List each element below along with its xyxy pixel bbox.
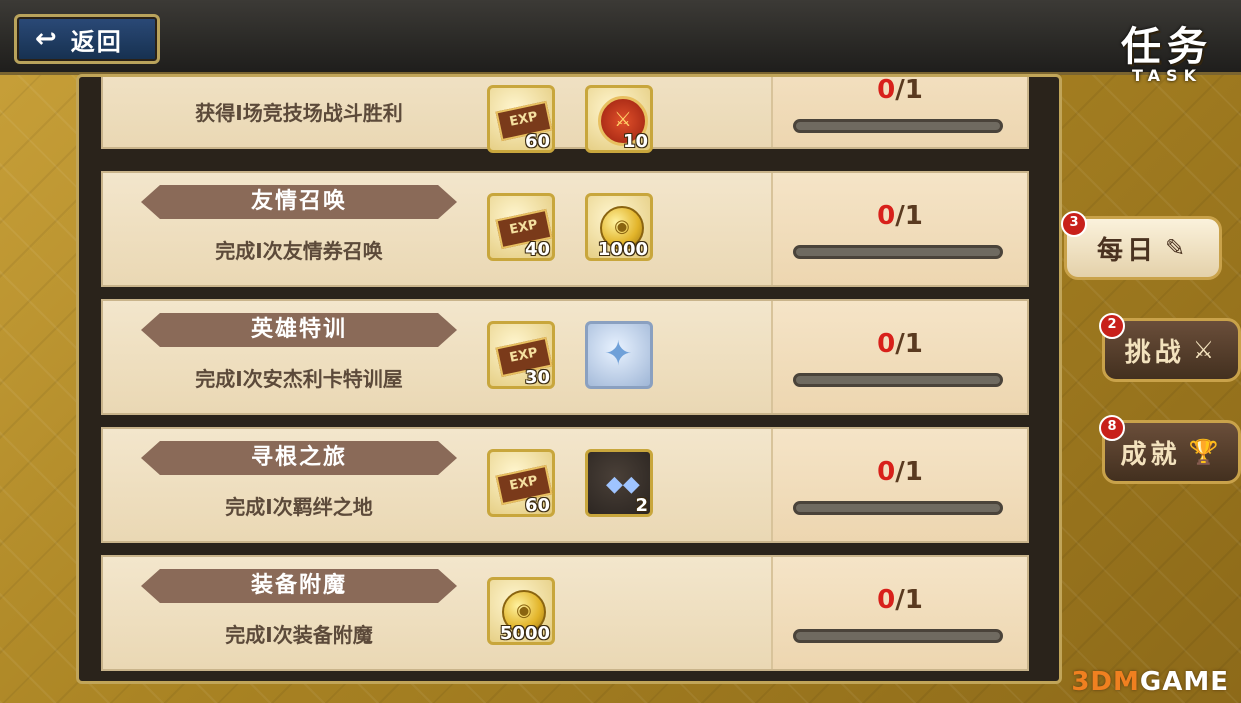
tab-label: 成就 [1120,439,1181,470]
progress-done: 0 [877,201,896,231]
task-desc: 完成Ⅰ次友情券召唤 [215,239,383,263]
task-title: 英雄特训 [141,313,457,347]
reward-count: 40 [524,239,550,260]
gems-icon: ◆◆ [606,472,640,497]
progress-done: 0 [877,585,896,615]
task-title: 友情召唤 [141,185,457,219]
reward-gold: ◉ 5000 [487,577,555,645]
tab-badge: 8 [1099,415,1125,441]
reward-arena-medal: ⚔ 10 [585,85,653,153]
progress-total: /1 [895,201,923,231]
progress-total: /1 [895,75,923,105]
reward-gems: ◆◆ 2 [585,449,653,517]
back-button[interactable]: ↩ 返回 [14,14,160,64]
task-desc: 获得Ⅰ场竞技场战斗胜利 [195,101,403,125]
progress-text: 0/1 [773,75,1027,105]
back-arrow-icon: ↩ [35,24,59,54]
progress-bar [793,119,1003,133]
task-desc: 完成Ⅰ次安杰利卡特训屋 [195,367,403,391]
task-list-panel[interactable]: 获得Ⅰ场竞技场战斗胜利 EXP 60 ⚔ 10 0/1 友情召唤 完成Ⅰ次友情券… [76,74,1062,684]
progress-area: 0/1 [771,557,1027,669]
reward-count: 60 [524,131,550,152]
reward-count: 10 [622,131,648,152]
crossed-swords-icon: ⚔ [1192,336,1219,364]
task-title: 装备附魔 [141,569,457,603]
reward-exp: EXP 60 [487,449,555,517]
progress-bar [793,501,1003,515]
progress-total: /1 [895,329,923,359]
task-row: 获得Ⅰ场竞技场战斗胜利 EXP 60 ⚔ 10 0/1 [101,75,1029,153]
watermark: 3DMGAME [1071,667,1229,697]
task-desc: 完成Ⅰ次羁绊之地 [225,495,373,519]
scroll-icon: ✎ [1164,234,1190,262]
progress-text: 0/1 [773,201,1027,231]
tab-badge: 2 [1099,313,1125,339]
page-title: 任务 TASK [1121,14,1213,85]
watermark-prefix: 3DM [1071,667,1140,697]
reward-count: 1000 [597,239,648,260]
progress-done: 0 [877,75,896,105]
reward-count: 30 [524,367,550,388]
progress-done: 0 [877,329,896,359]
progress-bar [793,629,1003,643]
progress-text: 0/1 [773,329,1027,359]
tab-badge: 3 [1061,211,1087,237]
task-desc: 完成Ⅰ次装备附魔 [225,623,373,647]
tab-daily[interactable]: 3 每日 ✎ [1061,211,1222,280]
title-cn: 任务 [1121,24,1213,70]
progress-text: 0/1 [773,457,1027,487]
progress-total: /1 [895,457,923,487]
progress-total: /1 [895,585,923,615]
back-label: 返回 [70,27,123,56]
trophy-icon: 🏆 [1188,438,1223,466]
reward-count: 60 [524,495,550,516]
progress-done: 0 [877,457,896,487]
reward-crystal-shard: ✦ [585,321,653,389]
tab-challenge[interactable]: 2 挑战 ⚔ [1099,313,1241,382]
progress-area: 0/1 [771,173,1027,285]
progress-area: 0/1 [771,429,1027,541]
watermark-suffix: GAME [1139,667,1229,697]
reward-count: 2 [635,495,648,516]
reward-exp: EXP 60 [487,85,555,153]
top-bar [0,0,1241,75]
tab-label: 挑战 [1124,337,1185,368]
crystal-shard-icon: ✦ [604,334,633,374]
task-row: 寻根之旅 完成Ⅰ次羁绊之地 EXP 60 ◆◆ 2 0/1 [101,427,1029,543]
task-title: 寻根之旅 [141,441,457,475]
reward-gold: ◉ 1000 [585,193,653,261]
progress-text: 0/1 [773,585,1027,615]
reward-exp: EXP 40 [487,193,555,261]
title-en: TASK [1132,66,1202,85]
reward-count: 5000 [499,623,550,644]
progress-area: 0/1 [771,301,1027,413]
progress-area: 0/1 [771,75,1027,147]
progress-bar [793,373,1003,387]
task-row: 装备附魔 完成Ⅰ次装备附魔 ◉ 5000 0/1 [101,555,1029,671]
task-row: 英雄特训 完成Ⅰ次安杰利卡特训屋 EXP 30 ✦ 0/1 [101,299,1029,415]
progress-bar [793,245,1003,259]
tab-label: 每日 [1096,235,1157,266]
tab-achievement[interactable]: 8 成就 🏆 [1099,415,1241,484]
reward-exp: EXP 30 [487,321,555,389]
task-row: 友情召唤 完成Ⅰ次友情券召唤 EXP 40 ◉ 1000 0/1 [101,171,1029,287]
